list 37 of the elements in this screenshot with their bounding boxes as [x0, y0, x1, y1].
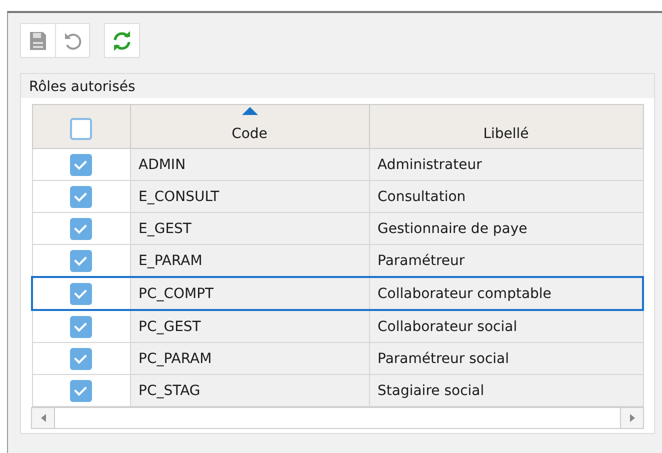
table-cell: ADMIN [130, 148, 369, 180]
table-cell: Paramétreur [369, 244, 643, 277]
column-header[interactable] [32, 104, 130, 148]
table-cell: Administrateur [369, 148, 643, 180]
table-cell: PC_GEST [130, 310, 369, 342]
table-cell: Consultation [369, 180, 643, 212]
row-checkbox[interactable] [70, 380, 92, 402]
table-cell: E_PARAM [130, 244, 369, 277]
undo-icon [62, 30, 82, 50]
table-cell: E_GEST [130, 212, 369, 244]
horizontal-scrollbar[interactable] [31, 407, 644, 429]
save-icon [29, 30, 47, 50]
table-cell: Stagiaire social [369, 374, 643, 406]
select-all-checkbox[interactable] [70, 118, 92, 140]
table-cell: Collaborateur comptable [369, 277, 643, 310]
row-checkbox[interactable] [70, 348, 92, 370]
left-arrow-icon [40, 414, 46, 422]
row-checkbox[interactable] [70, 218, 92, 240]
table-cell: PC_COMPT [130, 277, 369, 310]
column-header[interactable]: Code [130, 104, 369, 148]
row-checkbox[interactable] [70, 250, 92, 272]
refresh-icon [112, 30, 132, 50]
table-cell: Paramétreur social [369, 342, 643, 374]
panel-title: Rôles autorisés [28, 78, 136, 97]
table-cell: PC_PARAM [130, 342, 369, 374]
table-cell: PC_STAG [130, 374, 369, 406]
row-checkbox[interactable] [70, 186, 92, 208]
right-arrow-icon [630, 414, 634, 422]
scroll-right-button[interactable] [621, 408, 643, 428]
row-checkbox[interactable] [70, 282, 92, 304]
table-cell: E_CONSULT [130, 180, 369, 212]
row-checkbox[interactable] [70, 316, 92, 338]
column-header[interactable]: Libellé [369, 104, 643, 148]
table-cell: Collaborateur social [369, 310, 643, 342]
table-cell: Gestionnaire de paye [369, 212, 643, 244]
scroll-left-button[interactable] [32, 408, 54, 428]
row-checkbox[interactable] [70, 154, 92, 176]
